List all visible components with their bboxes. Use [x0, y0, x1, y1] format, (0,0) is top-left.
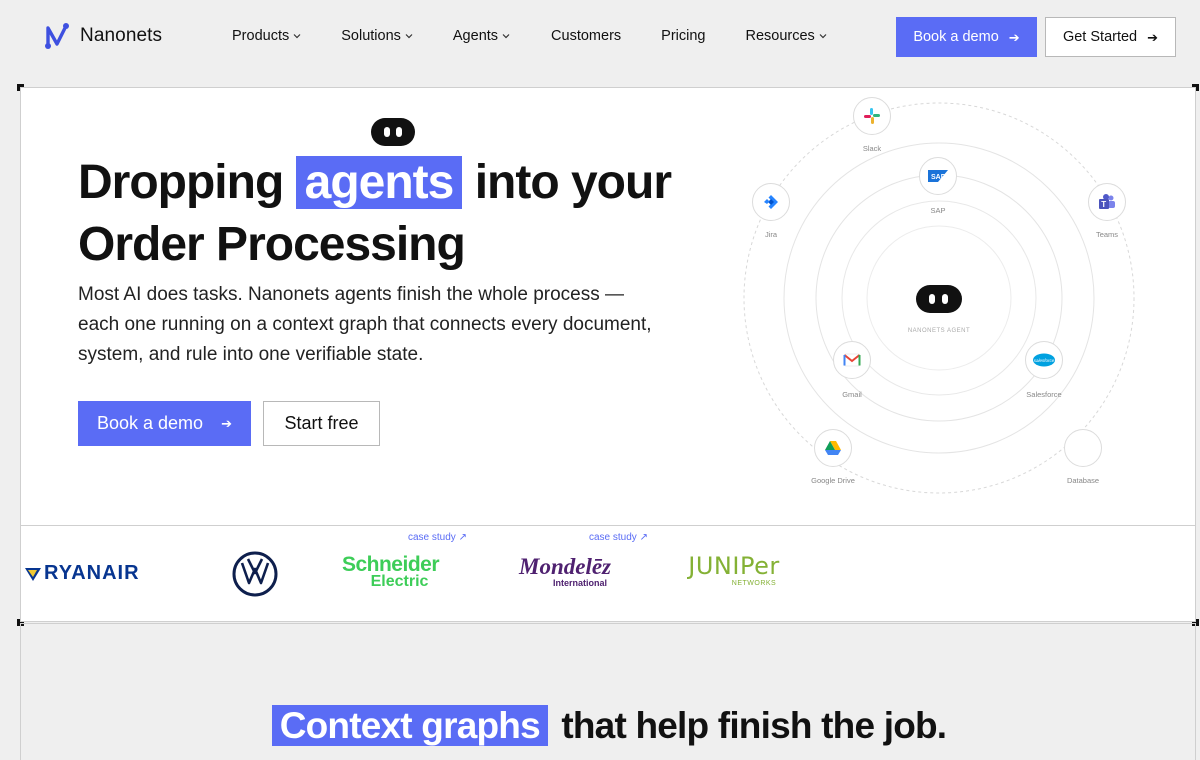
svg-text:T: T	[1101, 200, 1106, 209]
nav-item-label: Customers	[551, 28, 622, 44]
nav-get-started-button[interactable]: Get Started ➔	[1045, 17, 1176, 57]
button-label: Start free	[284, 413, 359, 433]
nav-item-label: Pricing	[661, 28, 706, 44]
nav-menu: Products Solutions Agents Customers Pric…	[232, 28, 827, 44]
nav-item-pricing[interactable]: Pricing	[661, 28, 705, 44]
button-label: Book a demo	[97, 413, 204, 433]
ryanair-logo: RYANAIR	[24, 562, 140, 585]
mondelez-logo: Mondelēz International	[502, 554, 628, 592]
hero-start-free-button[interactable]: Start free	[263, 401, 380, 446]
center-label: NANONETS AGENT	[907, 328, 971, 334]
slack-node[interactable]	[853, 97, 891, 135]
hero-title-post: into your	[474, 156, 672, 209]
juniper-logo: JUNIPer NETWORKS	[682, 552, 786, 592]
center-agent-icon	[916, 285, 962, 313]
juniper-wordmark: JUNIPer	[688, 552, 780, 580]
nav-item-products[interactable]: Products	[232, 28, 301, 44]
ryanair-wordmark: RYANAIR	[44, 562, 140, 584]
database-label: Database	[1066, 476, 1100, 485]
salesforce-icon: salesforce	[1033, 353, 1055, 367]
customer-logos-strip: RYANAIR VW case study ↗ Schneider Electr…	[20, 525, 1196, 622]
top-nav: Nanonets Products Solutions Agents Custo…	[0, 0, 1200, 74]
salesforce-logo-text: salesforce	[1034, 358, 1055, 363]
nav-item-label: Resources	[745, 28, 815, 44]
hero-subtitle: Most AI does tasks. Nanonets agents fini…	[78, 284, 652, 365]
sap-icon: SAP	[928, 170, 948, 182]
section-title: Context graphs that help finish the job.	[21, 705, 1197, 747]
teams-node[interactable]: T	[1088, 183, 1126, 221]
nav-item-label: Agents	[452, 28, 499, 44]
section-title-highlight: Context graphs	[271, 705, 548, 746]
arrow-right-icon: ➔	[1147, 29, 1159, 45]
arrow-right-icon: ➔	[221, 416, 232, 431]
slack-label: Slack	[862, 144, 882, 153]
slack-icon	[864, 108, 880, 124]
google-drive-label: Google Drive	[811, 476, 855, 485]
jira-node[interactable]	[752, 183, 790, 221]
nav-item-agents[interactable]: Agents	[453, 28, 510, 44]
ryanair-harp-icon	[25, 567, 41, 581]
google-drive-icon	[825, 441, 841, 455]
hero-title-pre: Dropping	[78, 156, 284, 209]
nav-item-label: Products	[232, 28, 290, 44]
nav-item-label: Solutions	[341, 28, 401, 44]
context-graphs-section: Context graphs that help finish the job.	[20, 623, 1196, 760]
nav-item-solutions[interactable]: Solutions	[341, 28, 413, 44]
mondelez-wordmark: Mondelēz	[519, 554, 611, 579]
chevron-down-icon	[293, 34, 301, 39]
brand-name: Nanonets	[80, 25, 163, 46]
teams-label: Teams	[1095, 230, 1119, 239]
google-drive-node[interactable]	[814, 429, 852, 467]
context-graph: NANONETS AGENT Slack SAP SAP Jira T Team…	[741, 97, 1141, 498]
nav-item-customers[interactable]: Customers	[551, 28, 621, 44]
salesforce-node[interactable]: salesforce	[1025, 341, 1063, 379]
agent-mascot-icon	[371, 118, 415, 146]
chevron-down-icon	[502, 34, 510, 39]
volkswagen-logo: VW	[232, 551, 278, 597]
mondelez-case-study-link[interactable]: case study ↗	[589, 532, 648, 543]
jira-label: Jira	[764, 230, 778, 239]
chevron-down-icon	[819, 34, 827, 39]
brand[interactable]: Nanonets	[44, 22, 162, 50]
hero-title-line2: Order Processing	[78, 218, 466, 271]
nav-item-resources[interactable]: Resources	[745, 28, 827, 44]
gmail-label: Gmail	[842, 390, 862, 399]
nanonets-logo-icon	[45, 23, 69, 49]
database-node[interactable]	[1064, 429, 1102, 467]
teams-icon: T	[1099, 194, 1115, 209]
button-label: Book a demo	[913, 29, 999, 45]
sap-label: SAP	[930, 206, 946, 215]
button-label: Get Started	[1062, 29, 1138, 45]
arrow-right-icon: ➔	[1008, 29, 1020, 45]
hero-section: Dropping agents into your Order Processi…	[20, 87, 1196, 525]
jira-icon	[764, 195, 778, 209]
sap-node[interactable]: SAP	[919, 157, 957, 195]
nav-book-demo-button[interactable]: Book a demo ➔	[896, 17, 1037, 57]
hero-title: Dropping agents into your Order Processi…	[78, 152, 698, 276]
svg-text:SAP: SAP	[931, 174, 946, 181]
schneider-wordmark: Schneider	[341, 553, 440, 576]
gmail-icon	[843, 353, 861, 367]
schneider-case-study-link[interactable]: case study ↗	[408, 532, 467, 543]
schneider-logo: Schneider Electric	[333, 553, 448, 590]
hero-title-highlight: agents	[295, 156, 463, 209]
salesforce-label: Salesforce	[1026, 390, 1062, 399]
section-title-rest: that help finish the job.	[561, 705, 947, 746]
chevron-down-icon	[405, 34, 413, 39]
gmail-node[interactable]	[833, 341, 871, 379]
hero-book-demo-button[interactable]: Book a demo ➔	[78, 401, 251, 446]
